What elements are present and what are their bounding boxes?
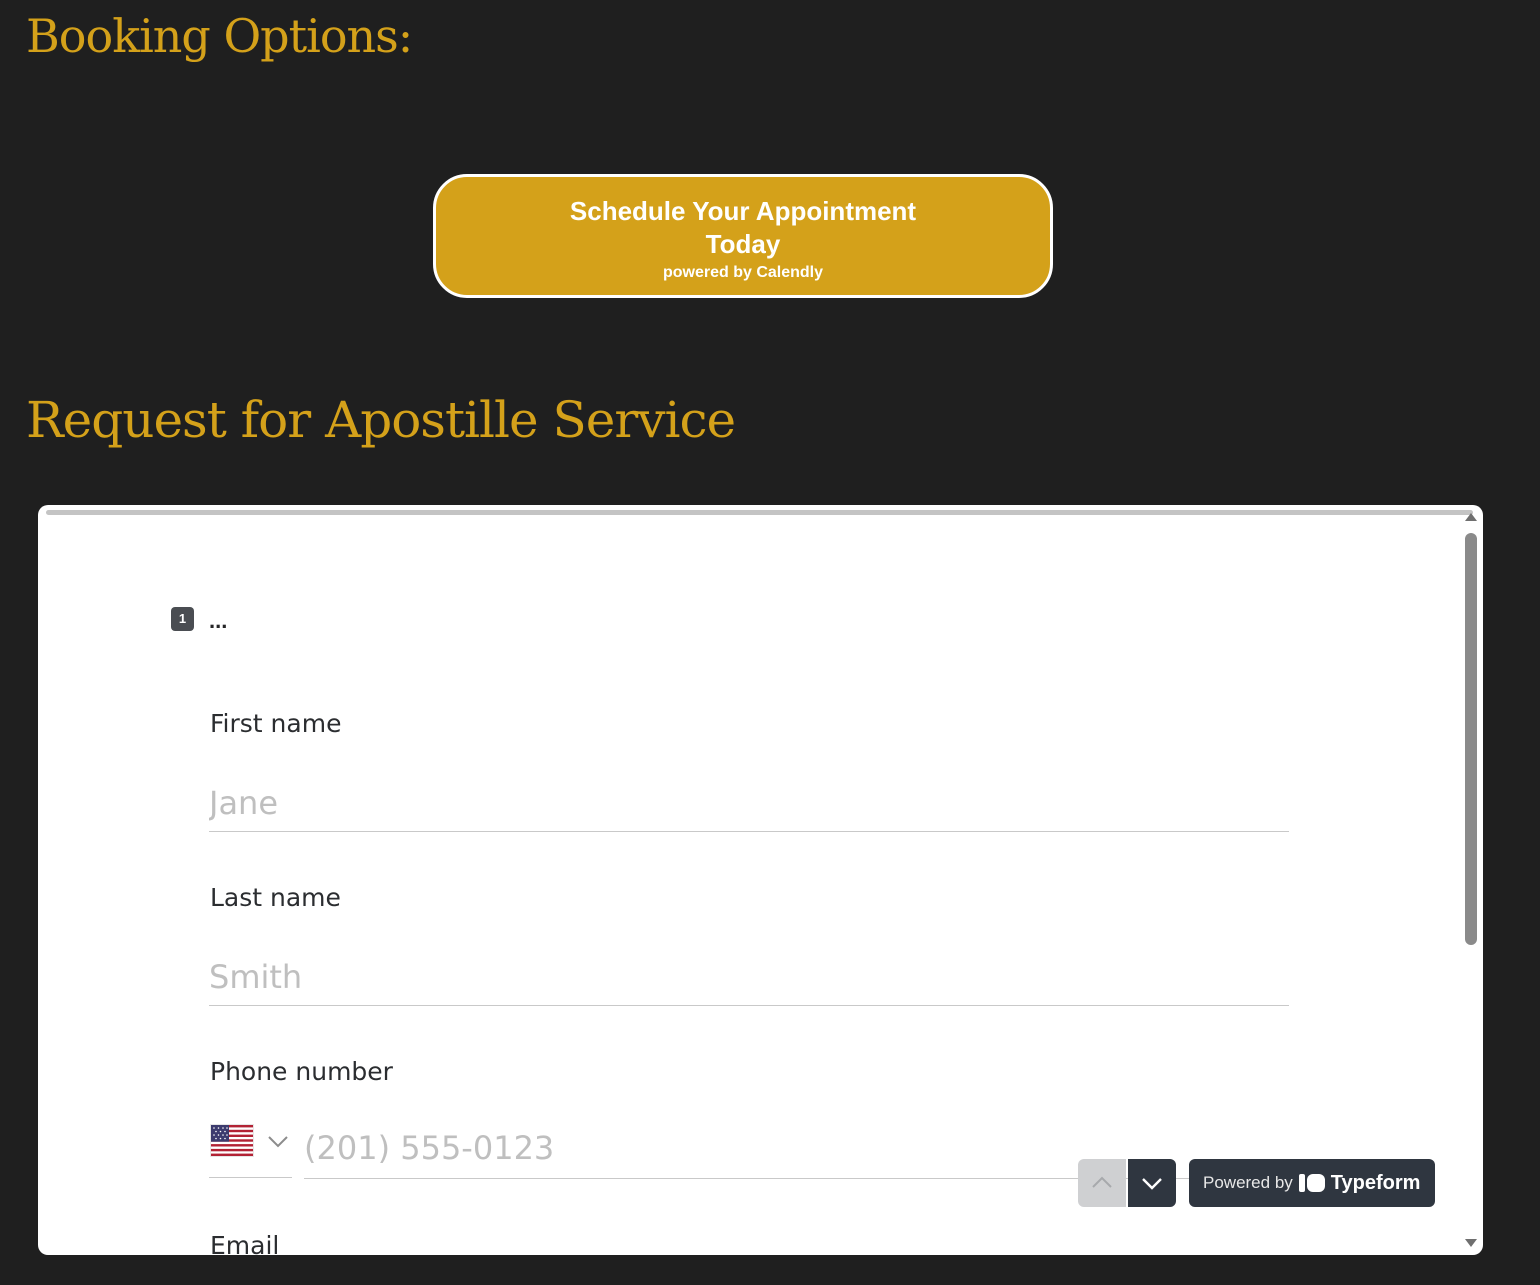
email-label: Email [210, 1231, 280, 1255]
question-title: ... [209, 608, 228, 633]
chevron-up-icon [1092, 1176, 1112, 1188]
booking-options-heading: Booking Options: [26, 9, 413, 63]
schedule-button-line2: Today [705, 229, 781, 259]
typeform-name: Typeform [1330, 1171, 1421, 1194]
powered-by-typeform-link[interactable]: Powered by Typeform [1189, 1159, 1435, 1207]
typeform-embed: 1 ... First name Last name Phone number [38, 505, 1483, 1255]
next-question-button[interactable] [1128, 1159, 1176, 1207]
chevron-down-icon [268, 1136, 288, 1148]
phone-number-label: Phone number [210, 1057, 393, 1086]
country-code-select[interactable] [209, 1117, 292, 1178]
first-name-input[interactable] [209, 775, 1289, 832]
scrollbar-thumb[interactable] [1465, 533, 1477, 945]
schedule-button-line1: Schedule Your Appointment [569, 196, 917, 226]
schedule-appointment-button[interactable]: Schedule Your Appointment Today powered … [433, 174, 1053, 298]
last-name-label: Last name [210, 883, 341, 912]
calendly-credit: powered by Calendly [662, 264, 824, 281]
last-name-input[interactable] [209, 949, 1289, 1006]
progress-bar [46, 510, 1473, 515]
scroll-down-arrow-icon[interactable] [1463, 1237, 1479, 1249]
previous-question-button[interactable] [1078, 1159, 1126, 1207]
question-number-badge: 1 [171, 607, 194, 631]
typeform-logo-icon [1298, 1174, 1325, 1192]
powered-by-text: Powered by [1203, 1173, 1293, 1192]
scroll-up-arrow-icon[interactable] [1463, 511, 1479, 523]
us-flag-icon [211, 1125, 253, 1156]
apostille-service-heading: Request for Apostille Service [26, 391, 736, 449]
first-name-label: First name [210, 709, 342, 738]
chevron-down-icon [1142, 1178, 1162, 1190]
